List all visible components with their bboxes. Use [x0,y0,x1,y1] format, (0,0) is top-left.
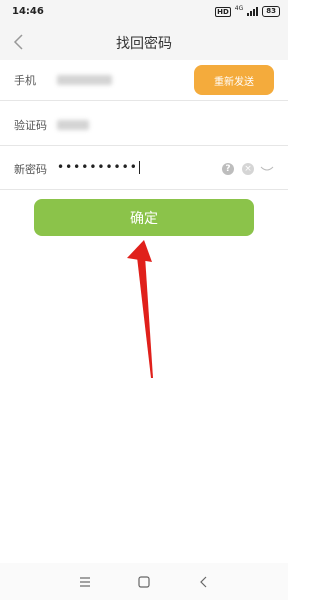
clear-icon[interactable]: × [242,163,254,175]
page-title: 找回密码 [116,36,172,52]
back-icon[interactable] [195,573,213,591]
phone-row: 手机 重新发送 [0,60,288,101]
code-row: 验证码 [0,105,288,146]
eye-closed-icon[interactable] [260,165,274,173]
password-value: •••••••••• [57,160,138,174]
phone-number-redacted [57,75,112,85]
home-icon[interactable] [135,573,153,591]
status-time: 14:46 [12,6,44,17]
password-input[interactable]: •••••••••• [57,160,140,174]
resend-button[interactable]: 重新发送 [194,65,274,95]
battery-icon: 83 [262,6,280,17]
hd-badge: HD [215,6,231,17]
network-type: 4G [234,4,244,12]
help-icon[interactable]: ? [222,163,234,175]
status-icons: HD 4G 83 [215,4,280,17]
header-bar: 找回密码 [0,24,288,60]
password-label: 新密码 [14,163,47,176]
code-input-redacted[interactable] [57,120,89,130]
password-row: 新密码 •••••••••• ? × [0,149,288,190]
signal-icon [247,7,259,16]
confirm-button[interactable]: 确定 [34,199,254,236]
phone-label: 手机 [14,74,36,87]
text-caret [138,161,140,174]
code-label: 验证码 [14,119,47,132]
system-nav-bar [0,563,288,600]
menu-icon[interactable] [76,573,94,591]
status-bar: 14:46 HD 4G 83 [0,0,288,24]
